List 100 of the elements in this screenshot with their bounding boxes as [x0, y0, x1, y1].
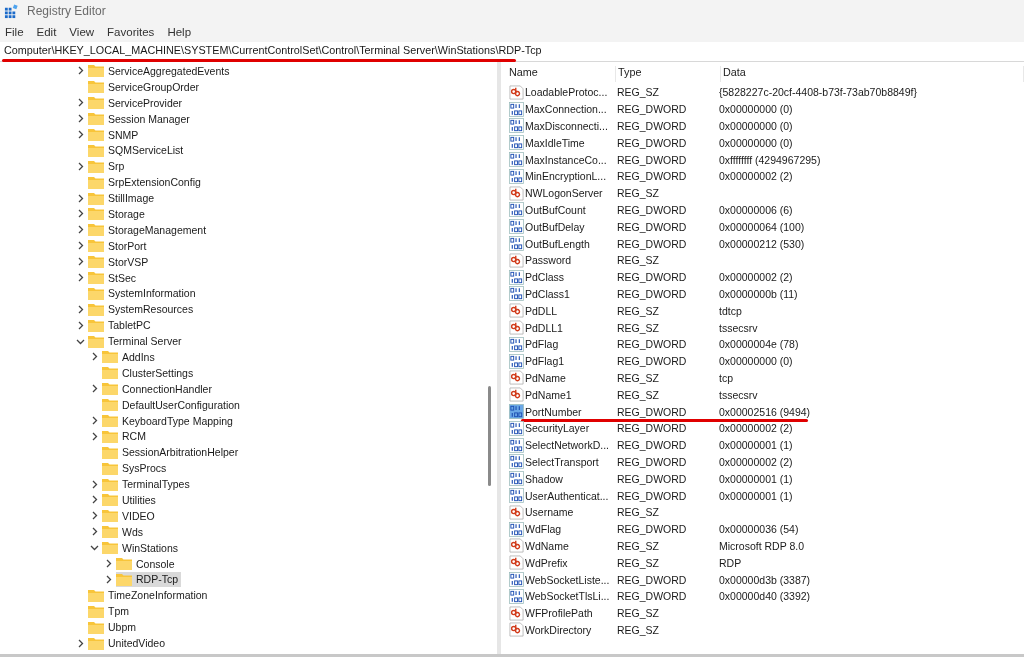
tree-item[interactable]: SessionArbitrationHelper [102, 444, 242, 460]
chevron-right-icon[interactable] [90, 527, 99, 537]
tree-item[interactable]: Srp [88, 158, 128, 174]
value-name[interactable]: WebSocketTlsLi... [525, 590, 610, 603]
chevron-right-icon[interactable] [76, 273, 85, 282]
tree-item[interactable]: StillImage [88, 190, 158, 206]
tree-item[interactable]: Console [116, 556, 178, 572]
chevron-right-icon[interactable] [90, 416, 99, 426]
value-name[interactable]: PdClass1 [525, 287, 570, 300]
tree-item[interactable]: SystemInformation [88, 285, 199, 301]
tree-item[interactable]: TabletPC [88, 317, 154, 333]
value-name[interactable]: OutBufLength [525, 237, 590, 250]
tree-item[interactable]: SNMP [88, 127, 142, 142]
value-name[interactable]: PdName1 [525, 388, 572, 401]
chevron-right-icon[interactable] [90, 479, 99, 489]
tree-item[interactable]: StorageManagement [88, 222, 210, 238]
tree-item[interactable]: ClusterSettings [102, 365, 197, 381]
column-header[interactable]: Name [509, 66, 616, 82]
value-name[interactable]: PortNumber [525, 405, 582, 418]
value-name[interactable]: PdFlag [525, 338, 559, 351]
value-name[interactable]: WdPrefix [525, 556, 568, 569]
tree-item[interactable]: KeyboardType Mapping [102, 413, 236, 429]
chevron-right-icon[interactable] [90, 511, 99, 521]
tree-item[interactable]: WinStations [102, 540, 182, 556]
chevron-right-icon[interactable] [90, 495, 99, 505]
chevron-right-icon[interactable] [76, 225, 85, 235]
tree-item[interactable]: ServiceAggregatedEvents [88, 63, 233, 79]
value-name[interactable]: MaxIdleTime [525, 136, 585, 149]
value-name[interactable]: OutBufDelay [525, 220, 585, 233]
value-name[interactable]: MaxInstanceCo... [525, 153, 607, 166]
tree-item[interactable]: SQMServiceList [88, 142, 187, 158]
tree-item[interactable]: ServiceGroupOrder [88, 79, 203, 95]
chevron-right-icon[interactable] [90, 352, 99, 362]
tree-item[interactable]: UnitedVideo [88, 635, 169, 651]
chevron-right-icon[interactable] [76, 241, 85, 251]
tree-item[interactable]: ServiceProvider [88, 95, 186, 111]
tree-item[interactable]: Utilities [102, 492, 159, 508]
value-name[interactable]: LoadableProtoc... [525, 86, 608, 99]
chevron-right-icon[interactable] [76, 304, 85, 314]
tree-item[interactable]: RCM [102, 428, 149, 444]
value-name[interactable]: WebSocketListe... [525, 573, 610, 586]
tree-item[interactable]: ConnectionHandler [102, 381, 215, 397]
tree-item[interactable]: Session Manager [88, 111, 193, 127]
value-name[interactable]: MaxConnection... [525, 103, 607, 116]
tree-item[interactable]: DefaultUserConfiguration [102, 397, 243, 413]
chevron-down-icon[interactable] [90, 543, 99, 553]
chevron-right-icon[interactable] [76, 98, 85, 108]
tree-item[interactable]: Wds [102, 524, 146, 540]
value-name[interactable]: MinEncryptionL... [525, 170, 607, 183]
value-name[interactable]: OutBufCount [525, 203, 586, 216]
menu-item[interactable]: File [5, 26, 24, 38]
value-name[interactable]: SecurityLayer [525, 422, 590, 435]
value-name[interactable]: UserAuthenticat... [525, 489, 609, 502]
tree-item[interactable]: TerminalTypes [102, 476, 193, 492]
tree-item[interactable]: TimeZoneInformation [88, 587, 211, 603]
tree-item[interactable]: SystemResources [88, 301, 197, 317]
chevron-right-icon[interactable] [76, 257, 85, 267]
column-header[interactable]: Type [616, 66, 721, 82]
value-name[interactable]: PdFlag1 [525, 355, 565, 368]
chevron-right-icon[interactable] [104, 574, 113, 584]
value-name[interactable]: SelectNetworkD... [525, 439, 610, 452]
menu-item[interactable]: Edit [36, 26, 57, 38]
value-name[interactable]: Username [525, 506, 574, 519]
tree-item[interactable]: VIDEO [102, 508, 158, 524]
tree-item[interactable]: Tpm [88, 603, 132, 619]
scrollbar-thumb[interactable] [488, 386, 491, 486]
chevron-right-icon[interactable] [90, 384, 99, 394]
chevron-right-icon[interactable] [76, 320, 85, 330]
tree-item[interactable]: SrpExtensionConfig [88, 174, 204, 190]
value-name[interactable]: PdDLL [525, 304, 558, 317]
value-name[interactable]: MaxDisconnecti... [525, 120, 608, 132]
chevron-right-icon[interactable] [76, 193, 85, 203]
tree-item[interactable]: StSec [88, 270, 139, 285]
value-name[interactable]: PdName [525, 371, 566, 384]
chevron-right-icon[interactable] [76, 161, 85, 171]
value-name[interactable]: PdClass [525, 271, 565, 284]
value-name[interactable]: WFProfilePath [525, 607, 593, 620]
value-name[interactable]: NWLogonServer [525, 187, 603, 200]
chevron-right-icon[interactable] [104, 559, 113, 569]
chevron-right-icon[interactable] [76, 114, 85, 124]
tree-item[interactable]: StorPort [88, 238, 150, 254]
menu-item[interactable]: View [69, 26, 95, 38]
menu-item[interactable]: Favorites [107, 26, 155, 38]
tree-item[interactable]: StorVSP [88, 254, 152, 270]
chevron-right-icon[interactable] [76, 638, 85, 648]
chevron-right-icon[interactable] [76, 209, 85, 219]
column-header[interactable]: Data [721, 66, 1024, 82]
value-name[interactable]: SelectTransport [525, 455, 599, 468]
tree-item[interactable]: Terminal Server [88, 333, 185, 349]
chevron-right-icon[interactable] [76, 66, 85, 76]
value-name[interactable]: WdName [525, 539, 569, 552]
value-name[interactable]: Password [525, 254, 572, 267]
value-name[interactable]: WdFlag [525, 523, 562, 536]
tree-item[interactable]: RDP-Tcp [116, 571, 181, 587]
tree-item[interactable]: Ubpm [88, 619, 139, 635]
value-name[interactable]: Shadow [525, 472, 563, 485]
tree-item[interactable]: Storage [88, 206, 148, 222]
chevron-right-icon[interactable] [76, 130, 85, 139]
tree-item[interactable]: AddIns [102, 349, 158, 365]
value-name[interactable]: WorkDirectory [525, 623, 592, 636]
